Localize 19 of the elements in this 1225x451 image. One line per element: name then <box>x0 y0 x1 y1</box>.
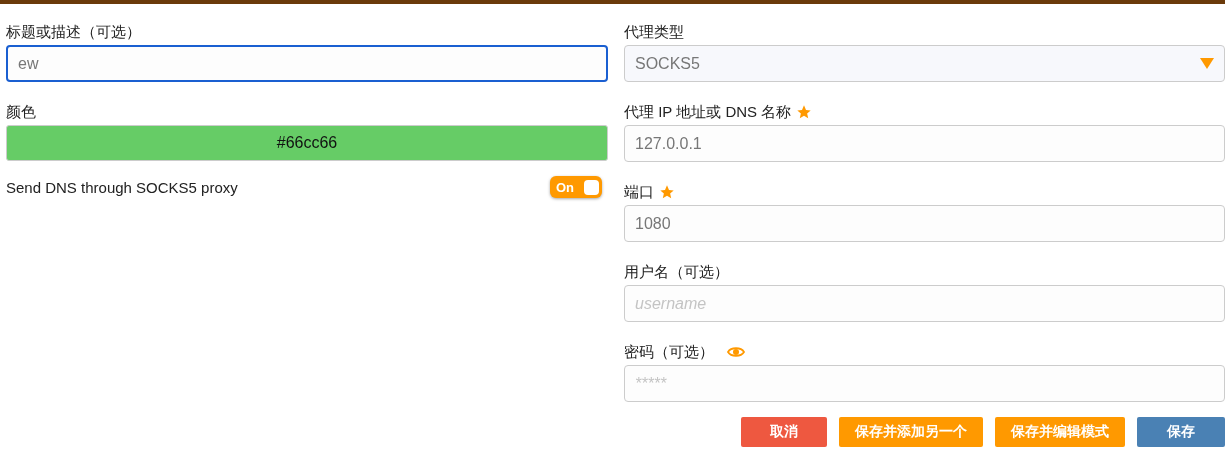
cancel-button[interactable]: 取消 <box>741 417 827 447</box>
text-field[interactable]: 127.0.0.1 <box>624 125 1225 162</box>
field-label: 端口 <box>624 182 654 202</box>
dropdown-caret-icon <box>1200 58 1214 69</box>
field-label: 标题或描述（可选） <box>6 22 141 42</box>
text-field[interactable]: username <box>624 285 1225 322</box>
toggle-label: Send DNS through SOCKS5 proxy <box>6 178 238 196</box>
field-label: 密码（可选） <box>624 342 714 362</box>
color-field[interactable]: #66cc66 <box>6 125 608 161</box>
eye-icon[interactable] <box>727 346 745 358</box>
title-field[interactable]: ew <box>6 45 608 82</box>
password-field[interactable]: ***** <box>624 365 1225 402</box>
field-label: 颜色 <box>6 102 36 122</box>
save-button[interactable]: 保存 <box>1137 417 1225 447</box>
field-label: 用户名（可选） <box>624 262 729 282</box>
field-label: 代理 IP 地址或 DNS 名称 <box>624 102 792 122</box>
proxy-type-select[interactable]: SOCKS5 <box>624 45 1225 82</box>
field-label: 代理类型 <box>624 22 684 42</box>
text-field[interactable]: 1080 <box>624 205 1225 242</box>
